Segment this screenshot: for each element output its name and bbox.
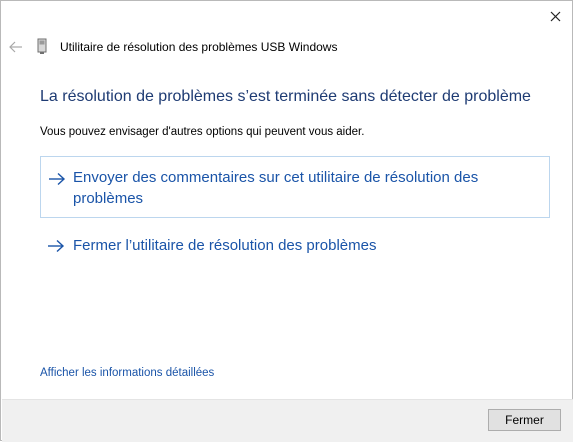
close-button[interactable]: Fermer: [488, 409, 561, 431]
close-troubleshooter-option[interactable]: Fermer l’utilitaire de résolution des pr…: [40, 233, 550, 259]
view-details-link[interactable]: Afficher les informations détaillées: [40, 367, 214, 379]
options-subtext: Vous pouvez envisager d'autres options q…: [40, 126, 365, 138]
app-title: Utilitaire de résolution des problèmes U…: [60, 40, 338, 54]
arrow-right-icon: [48, 171, 66, 186]
back-arrow-icon[interactable]: [7, 38, 25, 56]
close-icon[interactable]: [546, 7, 566, 27]
troubleshooter-window: Utilitaire de résolution des problèmes U…: [0, 0, 573, 442]
arrow-right-icon: [47, 238, 65, 253]
close-troubleshooter-label: Fermer l’utilitaire de résolution des pr…: [73, 237, 377, 254]
usb-device-icon: [35, 38, 49, 54]
send-feedback-label: Envoyer des commentaires sur cet utilita…: [73, 169, 479, 207]
send-feedback-option[interactable]: Envoyer des commentaires sur cet utilita…: [40, 156, 550, 218]
result-heading: La résolution de problèmes s’est terminé…: [40, 88, 531, 105]
